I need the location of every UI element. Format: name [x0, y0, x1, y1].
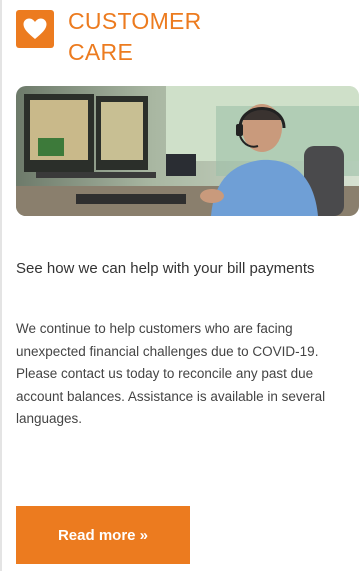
section-title: CUSTOMER CARE [68, 6, 202, 68]
title-line-2: CARE [68, 39, 134, 65]
left-divider [0, 0, 2, 571]
heart-icon [16, 10, 54, 48]
article-body: We continue to help customers who are fa… [16, 321, 326, 426]
customer-care-photo [16, 86, 359, 216]
section-header: CUSTOMER CARE [16, 6, 336, 72]
read-more-button[interactable]: Read more » [16, 506, 190, 564]
article-subtitle: See how we can help with your bill payme… [16, 260, 315, 277]
title-line-1: CUSTOMER [68, 8, 202, 34]
